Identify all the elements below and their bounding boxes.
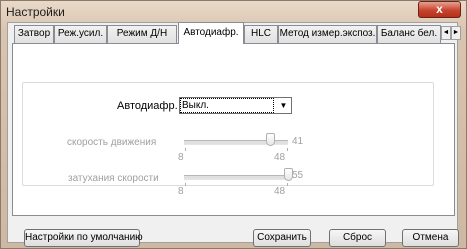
tab-auto-iris[interactable]: Автодиафр. xyxy=(178,22,244,44)
tab-label: Автодиафр. xyxy=(183,27,239,38)
restore-defaults-button[interactable]: Настройки по умолчанию xyxy=(24,229,143,247)
button-label: Сохранить xyxy=(257,232,307,243)
button-label: Сброс xyxy=(342,232,373,243)
movement-speed-label: скорость движения xyxy=(67,137,157,148)
auto-iris-value: Выкл. xyxy=(180,98,274,113)
movement-speed-slider-thumb[interactable] xyxy=(265,133,275,146)
speed-damping-value: 55 xyxy=(292,170,304,181)
reset-button[interactable]: Сброс xyxy=(329,229,386,247)
chevron-right-icon: ► xyxy=(452,29,460,36)
slider-tick xyxy=(287,148,288,151)
tab-hlc[interactable]: HLC xyxy=(244,25,278,43)
speed-damping-slider-thumb[interactable] xyxy=(283,168,293,181)
tab-scroll-controls: ◄ ► xyxy=(441,26,461,40)
slider-tick xyxy=(185,183,186,186)
tab-white-balance[interactable]: Баланс бел. xyxy=(377,25,441,43)
speed-damping-slider-track[interactable] xyxy=(184,175,288,180)
tab-label: Затвор xyxy=(17,28,51,39)
movement-speed-min: 8 xyxy=(178,152,184,163)
cancel-button[interactable]: Отмена xyxy=(402,229,459,247)
auto-iris-label: Автодиафр. xyxy=(117,100,178,112)
tab-day-night[interactable]: Режим Д/Н xyxy=(107,25,177,43)
tab-scroll-left-button[interactable]: ◄ xyxy=(441,26,451,40)
button-label: Настройки по умолчанию xyxy=(25,232,143,243)
tab-exposure-metering[interactable]: Метод измер.экспоз. xyxy=(278,25,377,43)
close-button[interactable]: x xyxy=(418,1,461,18)
slider-tick xyxy=(185,148,186,151)
button-label: Отмена xyxy=(412,232,449,243)
speed-damping-max: 48 xyxy=(274,186,286,197)
speed-damping-label: затухания скорости xyxy=(68,173,159,184)
tab-label: Баланс бел. xyxy=(380,28,438,39)
save-button[interactable]: Сохранить xyxy=(253,229,311,247)
chevron-left-icon: ◄ xyxy=(442,29,450,36)
chevron-down-icon: ▼ xyxy=(279,101,288,110)
tab-label: HLC xyxy=(250,28,271,39)
close-icon: x xyxy=(436,2,443,16)
movement-speed-max: 48 xyxy=(274,152,286,163)
tab-gain-mode[interactable]: Реж.усил. xyxy=(54,25,107,43)
tab-scroll-right-button[interactable]: ► xyxy=(451,26,461,40)
slider-tick xyxy=(287,183,288,186)
tab-label: Метод измер.экспоз. xyxy=(279,28,376,39)
tab-label: Реж.усил. xyxy=(57,28,104,39)
window-title: Настройки xyxy=(6,5,65,19)
tab-shutter[interactable]: Затвор xyxy=(14,25,54,43)
auto-iris-dropdown[interactable]: Выкл. ▼ xyxy=(179,97,292,114)
title-bar[interactable]: Настройки x xyxy=(0,0,465,22)
tab-label: Режим Д/Н xyxy=(116,28,168,39)
speed-damping-min: 8 xyxy=(178,186,184,197)
movement-speed-value: 41 xyxy=(292,136,304,147)
